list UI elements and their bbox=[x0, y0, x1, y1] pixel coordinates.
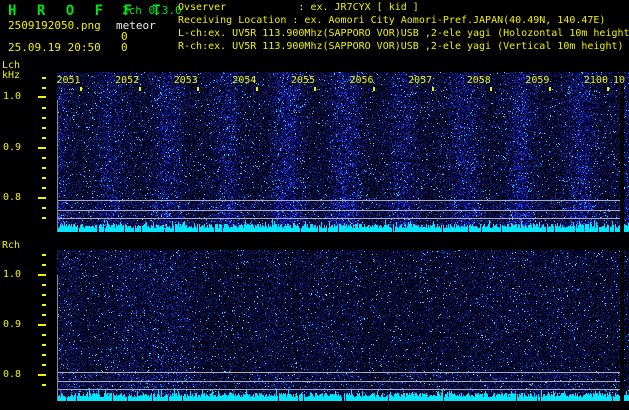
y-minor-tick bbox=[42, 77, 46, 79]
time-tick-label: 2054 bbox=[232, 76, 256, 86]
lch-ytick-0.9: 0.9 bbox=[3, 143, 21, 153]
y-minor-tick bbox=[42, 127, 46, 129]
time-tick bbox=[432, 87, 434, 91]
output-filename: 2509192050.png bbox=[8, 20, 101, 31]
meteor-count-short: 0 bbox=[121, 42, 128, 53]
y-minor-tick bbox=[42, 354, 46, 356]
lch-ytick-1.0: 1.0 bbox=[3, 92, 21, 102]
y-minor-tick bbox=[42, 294, 46, 296]
time-tick-label: 2051 bbox=[57, 76, 81, 86]
y-major-tick bbox=[38, 147, 46, 149]
y-minor-tick bbox=[42, 304, 46, 306]
time-tick bbox=[80, 87, 82, 91]
rch-yaxis-line bbox=[57, 275, 58, 401]
time-tick-label-partial: 10 bbox=[613, 76, 625, 86]
rch-spectrogram bbox=[57, 250, 629, 401]
rch-axis-title: Rch bbox=[2, 241, 20, 251]
time-tick bbox=[607, 87, 609, 91]
version-label: 2ch 0.3.0 bbox=[122, 5, 182, 16]
hrofft-output-image: H R O F F T 2ch 0.3.0 2509192050.png met… bbox=[0, 0, 629, 410]
y-major-tick bbox=[38, 324, 46, 326]
y-minor-tick bbox=[42, 344, 46, 346]
khz-unit-label: kHz bbox=[2, 71, 20, 81]
y-minor-tick bbox=[42, 177, 46, 179]
time-tick-label: 2052 bbox=[115, 76, 139, 86]
time-tick bbox=[256, 87, 258, 91]
lch-spectrogram bbox=[57, 72, 629, 232]
time-tick-label: 2057 bbox=[408, 76, 432, 86]
y-major-tick bbox=[38, 197, 46, 199]
time-tick bbox=[314, 87, 316, 91]
y-minor-tick bbox=[42, 117, 46, 119]
y-minor-tick bbox=[42, 207, 46, 209]
time-tick bbox=[549, 87, 551, 91]
y-major-tick bbox=[38, 374, 46, 376]
y-minor-tick bbox=[42, 364, 46, 366]
time-tick-label: 2059 bbox=[525, 76, 549, 86]
y-major-tick bbox=[38, 274, 46, 276]
time-tick-label: 2055 bbox=[291, 76, 315, 86]
lch-yaxis-line bbox=[57, 100, 58, 232]
rch-ytick-0.9: 0.9 bbox=[3, 320, 21, 330]
lch-receiver-info-line: L-ch:ex. UV5R 113.900Mhz(SAPPORO VOR)USB… bbox=[178, 29, 629, 39]
y-minor-tick bbox=[42, 314, 46, 316]
time-tick bbox=[139, 87, 141, 91]
observer-info-line: Ovserver : ex. JR7CYX [ kid ] bbox=[178, 3, 419, 13]
time-tick-label: 2056 bbox=[350, 76, 374, 86]
y-minor-tick bbox=[42, 254, 46, 256]
y-major-tick bbox=[38, 96, 46, 98]
time-tick bbox=[373, 87, 375, 91]
time-tick-label: 2053 bbox=[174, 76, 198, 86]
time-tick bbox=[490, 87, 492, 91]
rch-ytick-1.0: 1.0 bbox=[3, 270, 21, 280]
time-tick-label: 2100 bbox=[584, 76, 608, 86]
rch-receiver-info-line: R-ch:ex. UV5R 113.900Mhz(SAPPORO VOR)USB… bbox=[178, 42, 624, 52]
y-minor-tick bbox=[42, 217, 46, 219]
lch-ytick-0.8: 0.8 bbox=[3, 193, 21, 203]
y-minor-tick bbox=[42, 107, 46, 109]
y-minor-tick bbox=[42, 157, 46, 159]
datetime-label: 25.09.19 20:50 bbox=[8, 42, 101, 53]
y-minor-tick bbox=[42, 264, 46, 266]
time-tick-label: 2058 bbox=[467, 76, 491, 86]
y-minor-tick bbox=[42, 167, 46, 169]
y-minor-tick bbox=[42, 87, 46, 89]
y-minor-tick bbox=[42, 334, 46, 336]
location-info-line: Receiving Location : ex. Aomori City Aom… bbox=[178, 16, 605, 26]
rch-ytick-0.8: 0.8 bbox=[3, 370, 21, 380]
y-minor-tick bbox=[42, 137, 46, 139]
y-minor-tick bbox=[42, 284, 46, 286]
time-tick bbox=[197, 87, 199, 91]
y-minor-tick bbox=[42, 384, 46, 386]
y-minor-tick bbox=[42, 187, 46, 189]
